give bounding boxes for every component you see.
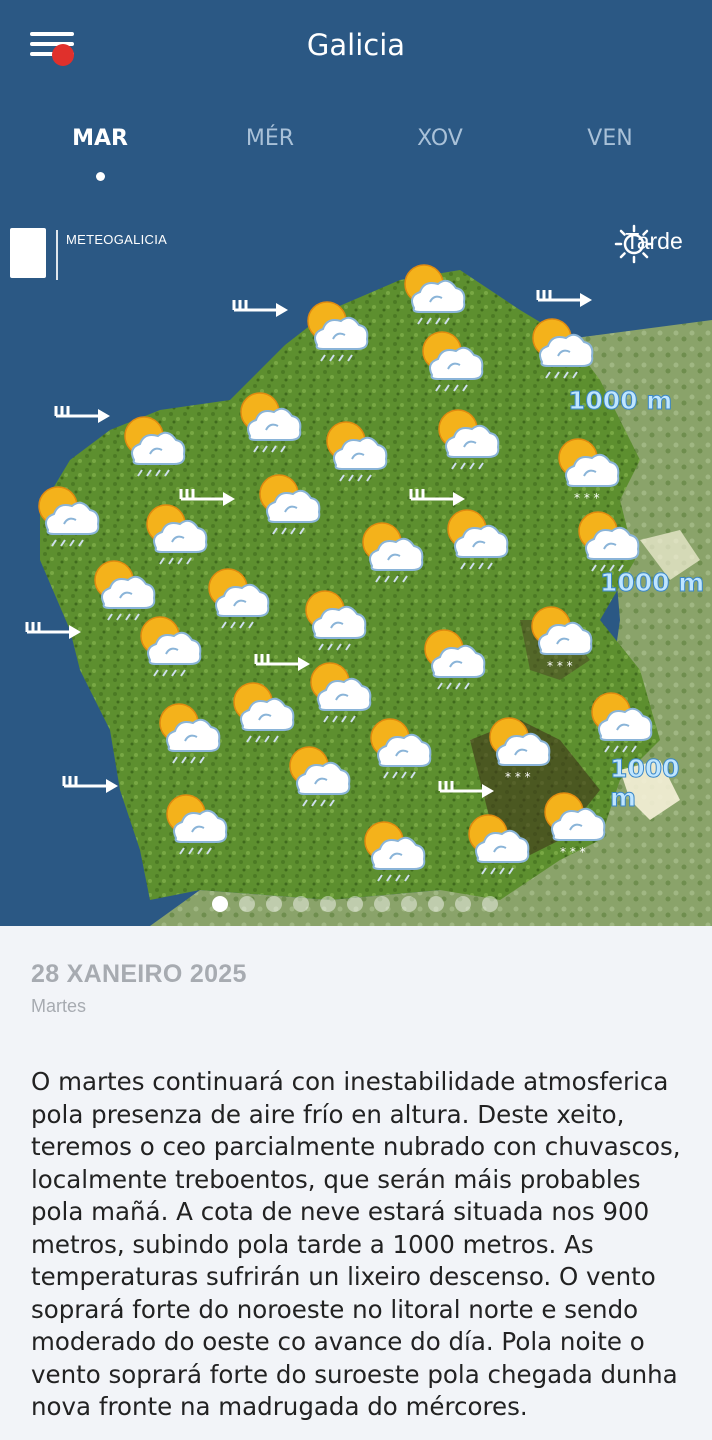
tab-ven[interactable]: VEN (550, 126, 670, 151)
page-title: Galicia (306, 28, 406, 62)
forecast-detail: 28 XANEIRO 2025 Martes O martes continua… (0, 926, 712, 1440)
forecast-text: O martes continuará con inestabilidade a… (31, 1067, 681, 1421)
pager-dot[interactable] (428, 896, 444, 912)
app-header: Galicia MAR MÉR XOV VEN (0, 0, 712, 200)
sun-icon (614, 224, 654, 264)
pager-dot[interactable] (347, 896, 363, 912)
pager-dot[interactable] (239, 896, 255, 912)
pager-dot[interactable] (266, 896, 282, 912)
pager-dot[interactable] (482, 896, 498, 912)
period-indicator: Tarde (614, 224, 694, 264)
galicia-shield-icon (10, 228, 46, 278)
tab-xov[interactable]: XOV (380, 126, 500, 151)
pager-dot[interactable] (401, 896, 417, 912)
altitude-label: 1000 m (610, 754, 681, 813)
forecast-date: 28 XANEIRO 2025 (31, 960, 247, 988)
pager-dot[interactable] (212, 896, 228, 912)
pager-dot[interactable] (320, 896, 336, 912)
meteogalicia-logo: METEOGALICIA (10, 228, 180, 282)
tab-mar[interactable]: MAR (40, 126, 160, 151)
galicia-map-graphic: * * * (25, 264, 712, 926)
active-day-indicator (96, 172, 105, 181)
altitude-label: 1000 m (599, 568, 705, 598)
pager-dot[interactable] (455, 896, 471, 912)
day-tabs: MAR MÉR XOV VEN (0, 126, 712, 196)
pager-dot[interactable] (374, 896, 390, 912)
forecast-weekday: Martes (31, 996, 87, 1016)
tab-mer[interactable]: MÉR (210, 126, 330, 151)
pager-dot[interactable] (293, 896, 309, 912)
forecast-map[interactable]: * * * (0, 200, 712, 926)
altitude-label: 1000 m (567, 386, 673, 416)
